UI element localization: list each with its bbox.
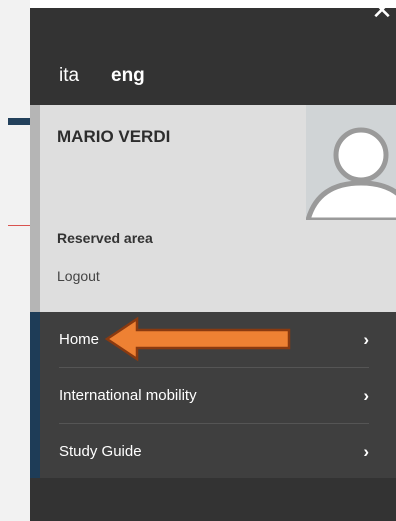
left-arrow-icon [104, 316, 291, 362]
chevron-right-icon: › [363, 330, 369, 349]
background-divider [8, 225, 30, 226]
nav-item-label: Home [59, 331, 100, 348]
user-name: MARIO VERDI [57, 127, 171, 146]
side-drawer: ✕ ita eng MARIO VERDI Reserved area Logo… [30, 0, 396, 521]
nav-item-study-guide[interactable]: Study Guide › [59, 424, 369, 479]
background-site [0, 0, 30, 521]
user-panel: MARIO VERDI Reserved area Logout [30, 105, 396, 312]
nav-item-label: International mobility [59, 387, 197, 404]
nav-item-international-mobility[interactable]: International mobility › [59, 368, 369, 424]
background-header-stripe [8, 118, 30, 125]
drawer-footer [30, 478, 396, 521]
chevron-right-icon: › [363, 442, 369, 461]
close-icon[interactable]: ✕ [368, 0, 396, 24]
page: ✕ ita eng MARIO VERDI Reserved area Logo… [0, 0, 396, 521]
drawer-header: ✕ ita eng [30, 0, 396, 105]
language-eng-link[interactable]: eng [111, 65, 145, 87]
logout-link[interactable]: Logout [57, 268, 100, 284]
language-ita-link[interactable]: ita [59, 65, 79, 87]
avatar [306, 105, 396, 220]
nav-item-label: Study Guide [59, 443, 142, 460]
nav-accent [30, 312, 40, 478]
user-panel-accent [30, 105, 40, 312]
chevron-right-icon: › [363, 386, 369, 405]
reserved-area-link[interactable]: Reserved area [57, 230, 153, 246]
user-avatar-icon [306, 105, 396, 220]
